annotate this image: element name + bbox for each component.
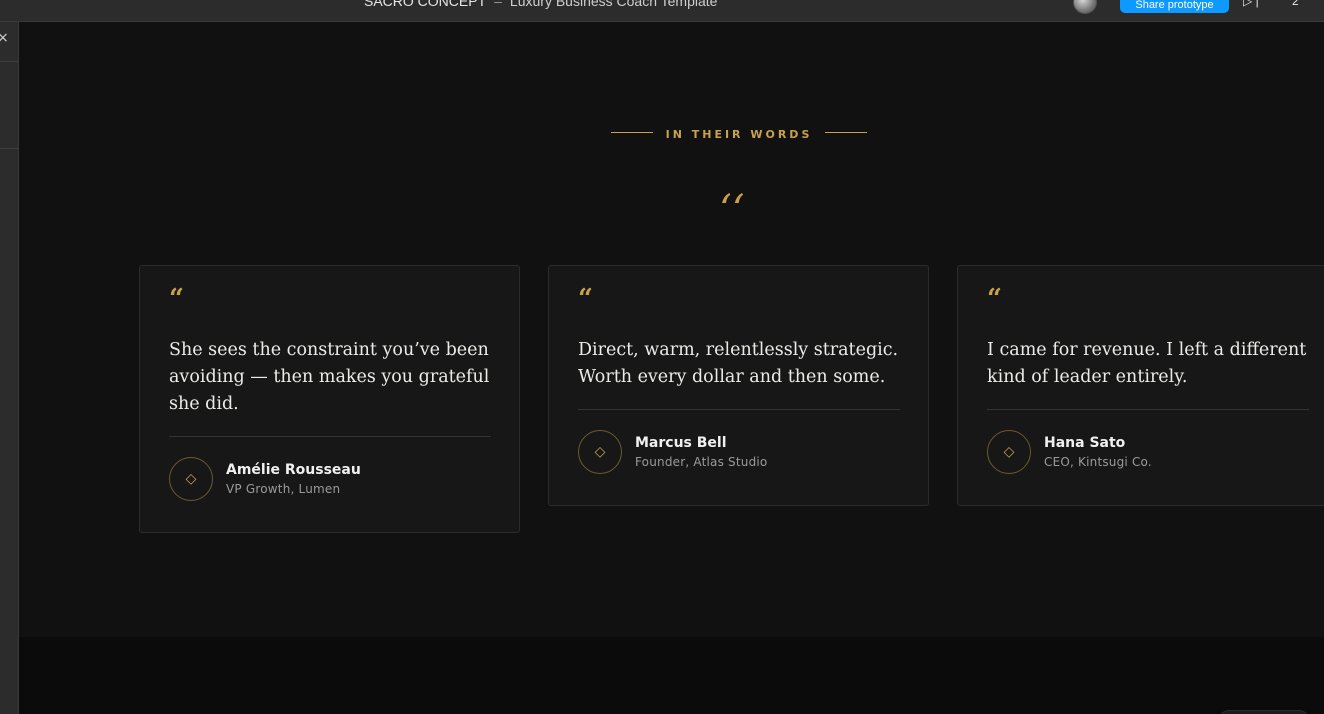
testimonial-name: Hana Sato — [1044, 435, 1126, 451]
testimonial-quote: I came for revenue. I left a different k… — [987, 340, 1307, 387]
diamond-icon: ◇ — [169, 457, 213, 501]
rail-divider — [0, 61, 19, 62]
testimonial-card: “ Direct, warm, relentlessly strategic. … — [548, 265, 929, 506]
diamond-icon: ◇ — [578, 430, 622, 474]
testimonials-section: IN THEIR WORDS ‘‘ “ She sees the constra… — [19, 22, 1324, 637]
eyebrow-text: IN THEIR WORDS — [665, 127, 813, 141]
card-divider — [987, 409, 1309, 410]
card-divider — [578, 409, 900, 410]
eyebrow-line-left — [611, 131, 653, 133]
user-avatar[interactable] — [1073, 0, 1097, 14]
section-eyebrow: IN THEIR WORDS — [611, 124, 867, 141]
quote-icon: “ — [987, 284, 1002, 314]
zoom-level[interactable]: 2 — [1292, 0, 1299, 8]
testimonial-role: VP Growth, Lumen — [226, 482, 341, 496]
testimonial-role: Founder, Atlas Studio — [635, 455, 768, 469]
testimonial-quote: Direct, warm, relentlessly strategic. Wo… — [578, 340, 899, 387]
testimonial-card: “ I came for revenue. I left a different… — [957, 265, 1324, 506]
rail-divider — [0, 148, 19, 149]
file-title-subtitle: Luxury Business Coach Template — [509, 0, 718, 9]
left-panel-rail: × — [0, 22, 19, 714]
eyebrow-line-right — [825, 131, 867, 133]
quote-icon: “ — [169, 284, 184, 314]
card-divider — [169, 436, 491, 437]
testimonial-quote: She sees the constraint you’ve been avoi… — [169, 340, 490, 414]
design-canvas[interactable]: IN THEIR WORDS ‘‘ “ She sees the constra… — [19, 22, 1324, 714]
decorative-quote-icon: ‘‘ — [719, 182, 759, 212]
testimonial-name: Marcus Bell — [635, 435, 727, 451]
diamond-icon: ◇ — [987, 430, 1031, 474]
file-title[interactable]: SACRO CONCEPT – Luxury Business Coach Temp… — [364, 0, 717, 9]
testimonial-card: “ She sees the constraint you’ve been av… — [139, 265, 520, 533]
testimonial-name: Amélie Rousseau — [226, 462, 361, 478]
close-icon[interactable]: × — [0, 30, 9, 46]
share-prototype-button[interactable]: Share prototype — [1120, 0, 1229, 13]
editor-top-bar: SACRO CONCEPT – Luxury Business Coach Temp… — [0, 0, 1324, 22]
file-title-separator: – — [494, 0, 502, 9]
quote-icon: “ — [578, 284, 593, 314]
file-title-name: SACRO CONCEPT — [364, 0, 487, 9]
testimonial-role: CEO, Kintsugi Co. — [1044, 455, 1152, 469]
footer-section — [19, 637, 1324, 714]
decorative-quote-glyph: ‘‘ — [719, 187, 745, 212]
present-play-icon[interactable]: ▷ | — [1243, 0, 1259, 8]
floating-pill-control[interactable] — [1219, 710, 1309, 714]
